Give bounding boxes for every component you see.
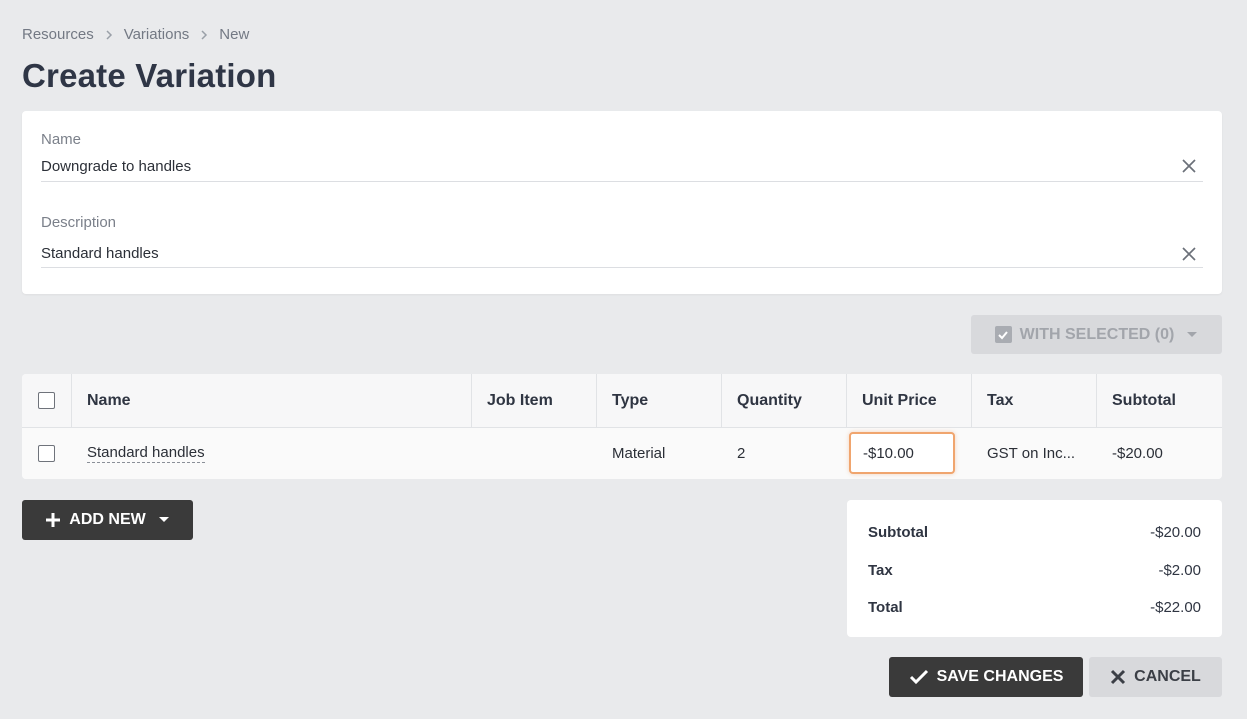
column-header-job-item[interactable]: Job Item (487, 374, 553, 427)
close-icon[interactable] (1181, 246, 1197, 262)
variation-form-card: Name Downgrade to handles Description St… (22, 111, 1222, 294)
plus-icon (46, 513, 61, 527)
row-subtotal: -$20.00 (1112, 445, 1163, 462)
checkbox-checked-icon (994, 326, 1012, 343)
save-changes-label: SAVE CHANGES (936, 668, 1064, 685)
row-tax[interactable]: GST on Inc... (987, 428, 1075, 479)
page-title: Create Variation (22, 57, 277, 94)
column-header-name[interactable]: Name (87, 374, 131, 427)
chevron-right-icon (106, 29, 112, 40)
column-header-quantity[interactable]: Quantity (737, 374, 802, 427)
description-input[interactable]: Standard handles (41, 245, 159, 262)
column-divider (1096, 374, 1097, 428)
column-header-type[interactable]: Type (612, 374, 648, 427)
subtotal-value: -$20.00 (1150, 524, 1201, 541)
totals-tax-row: Tax -$2.00 (868, 562, 1201, 579)
description-label: Description (41, 214, 117, 231)
with-selected-label: WITH SELECTED (0) (1019, 325, 1175, 343)
with-selected-button[interactable]: WITH SELECTED (0) (971, 315, 1222, 354)
row-type[interactable]: Material (612, 428, 665, 479)
breadcrumb-new: New (219, 26, 250, 43)
name-input[interactable]: Downgrade to handles (41, 158, 191, 175)
column-divider (71, 374, 72, 428)
add-new-label: ADD NEW (69, 511, 146, 528)
table-header: Name Job Item Type Quantity Unit Price T… (22, 374, 1222, 428)
total-label: Total (868, 599, 903, 616)
description-field[interactable]: Description Standard handles (41, 213, 1203, 268)
totals-card: Subtotal -$20.00 Tax -$2.00 Total -$22.0… (847, 500, 1222, 637)
subtotal-label: Subtotal (868, 524, 928, 541)
row-name-cell: Standard handles (87, 428, 205, 479)
select-all-cell (38, 374, 58, 427)
column-divider (471, 374, 472, 428)
breadcrumb: Resources Variations New (22, 26, 249, 43)
column-divider (721, 374, 722, 428)
close-icon (1111, 669, 1126, 685)
name-label: Name (41, 131, 82, 148)
add-new-button[interactable]: ADD NEW (22, 500, 193, 540)
row-name-link[interactable]: Standard handles (87, 444, 205, 463)
column-divider (596, 374, 597, 428)
caret-down-icon (158, 517, 169, 522)
total-value: -$22.00 (1150, 599, 1201, 616)
row-checkbox[interactable] (38, 445, 55, 462)
column-header-subtotal[interactable]: Subtotal (1112, 374, 1176, 427)
caret-down-icon (1187, 331, 1198, 337)
unit-price-input[interactable]: -$10.00 (849, 432, 955, 474)
select-all-checkbox[interactable] (38, 392, 55, 409)
name-field[interactable]: Name Downgrade to handles (41, 130, 1203, 182)
row-quantity[interactable]: 2 (737, 428, 745, 479)
breadcrumb-resources[interactable]: Resources (22, 26, 94, 43)
table-row: Standard handles Material 2 -$10.00 GST … (22, 428, 1222, 479)
check-icon (909, 669, 928, 685)
column-divider (846, 374, 847, 428)
save-changes-button[interactable]: SAVE CHANGES (889, 657, 1083, 697)
totals-total-row: Total -$22.00 (868, 599, 1201, 616)
column-header-unit-price[interactable]: Unit Price (862, 374, 937, 427)
cancel-label: CANCEL (1134, 668, 1201, 685)
items-table: Name Job Item Type Quantity Unit Price T… (22, 374, 1222, 479)
row-select-cell (38, 428, 58, 479)
column-divider (971, 374, 972, 428)
column-header-tax[interactable]: Tax (987, 374, 1013, 427)
cancel-button[interactable]: CANCEL (1089, 657, 1222, 697)
tax-value: -$2.00 (1158, 562, 1201, 579)
tax-label: Tax (868, 562, 893, 579)
chevron-right-icon (201, 29, 208, 40)
close-icon[interactable] (1181, 158, 1197, 174)
breadcrumb-variations[interactable]: Variations (124, 26, 190, 43)
totals-subtotal-row: Subtotal -$20.00 (868, 524, 1201, 541)
